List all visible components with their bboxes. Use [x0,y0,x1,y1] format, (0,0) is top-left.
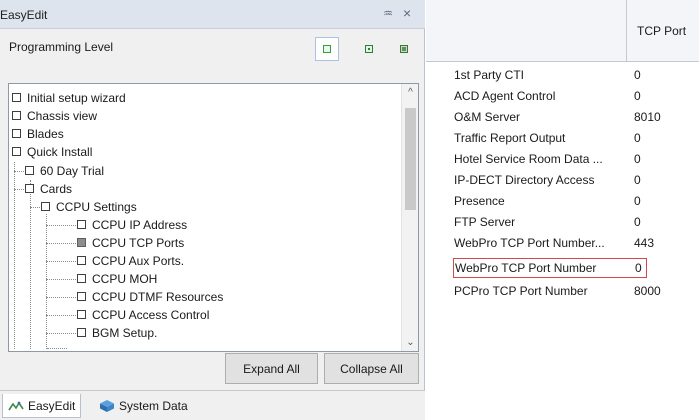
navigation-tree[interactable]: Initial setup wizard Chassis view Blades… [8,83,419,352]
tree-connector [46,315,76,316]
tab-system-data[interactable]: System Data [94,394,193,418]
basic-level-icon [323,45,331,54]
tree-item-60-day-trial[interactable]: 60 Day Trial [25,162,104,180]
tree-item-chassis-view[interactable]: Chassis view [12,107,97,125]
grid-header: TCP Port [426,0,699,62]
panel-title: EasyEdit [0,8,48,22]
intermediate-level-icon [365,45,373,54]
tree-item-bgm-setup[interactable]: BGM Setup. [77,324,157,342]
table-row[interactable]: O&M Server 8010 [451,107,699,127]
basic-level-button[interactable] [315,37,339,61]
tree-item-ccpu-tcp-ports[interactable]: CCPU TCP Ports [77,234,184,252]
programming-level-label: Programming Level [9,40,114,54]
table-row[interactable]: Presence 0 [451,191,699,211]
table-row[interactable]: IP-DECT Directory Access 0 [451,170,699,190]
tree-item-ccpu-aux-ports[interactable]: CCPU Aux Ports. [77,252,184,270]
scroll-down-icon[interactable]: ⌄ [402,334,418,351]
expand-box-icon[interactable] [12,128,21,138]
advanced-level-icon [400,45,408,54]
leaf-box-icon [77,273,86,283]
tree-connector [46,297,76,298]
expand-box-icon[interactable] [12,110,21,120]
tree-item-ccpu-ip-address[interactable]: CCPU IP Address [77,216,187,234]
tree-connector [14,171,24,172]
intermediate-level-button[interactable] [357,37,381,61]
tree-scrollbar[interactable]: ^ ⌄ [401,84,418,351]
table-row-highlighted[interactable]: WebPro TCP Port Number 0 [453,258,647,278]
tree-connector [46,279,76,280]
tree-connector [30,192,31,349]
tree-item-ccpu-moh[interactable]: CCPU MOH [77,270,157,288]
expand-box-icon[interactable] [12,92,21,102]
pin-icon[interactable]: ♒ [383,7,393,20]
table-row[interactable]: FTP Server 0 [451,212,699,232]
scroll-up-icon[interactable]: ^ [402,84,418,101]
leaf-box-icon [77,255,86,265]
tree-connector [46,333,76,334]
tree-connector [46,214,47,349]
properties-grid: TCP Port 1st Party CTI 0 ACD Agent Contro… [426,0,699,420]
table-row[interactable]: 1st Party CTI 0 [451,65,699,85]
leaf-box-icon [77,327,86,337]
tree-connector [14,189,24,190]
collapse-box-icon[interactable] [12,146,21,156]
collapse-box-icon[interactable] [41,201,50,211]
close-icon[interactable]: × [403,5,411,21]
table-row[interactable]: WebPro TCP Port Number... 443 [451,233,699,253]
tree-item-initial-setup-wizard[interactable]: Initial setup wizard [12,89,126,107]
tree-item-quick-install[interactable]: Quick Install [12,143,92,161]
panel-title-bar: EasyEdit ♒ × [0,0,425,29]
leaf-box-icon [77,291,86,301]
easyedit-panel: EasyEdit ♒ × Programming Level Initial s… [0,0,425,420]
advanced-level-button[interactable] [392,37,416,61]
system-data-icon [100,400,114,412]
table-row[interactable]: PCPro TCP Port Number 8000 [451,281,699,301]
expand-all-button[interactable]: Expand All [225,353,318,384]
tree-item-ccpu-settings[interactable]: CCPU Settings [41,198,137,216]
table-row[interactable]: ACD Agent Control 0 [451,86,699,106]
leaf-box-icon [77,309,86,319]
tab-easyedit[interactable]: EasyEdit [2,394,82,418]
tree-item-cards[interactable]: Cards [25,180,72,198]
tree-item-partial [47,348,67,351]
collapse-box-icon[interactable] [25,183,34,193]
tree-connector [46,225,76,226]
table-row[interactable]: Hotel Service Room Data ... 0 [451,149,699,169]
leaf-box-icon [77,219,86,229]
column-separator[interactable] [626,0,627,62]
expand-box-icon[interactable] [25,165,34,175]
selected-leaf-box-icon [77,237,86,247]
tree-connector [46,261,76,262]
scroll-thumb[interactable] [405,108,416,210]
panel-tab-strip: EasyEdit System Data [0,390,425,420]
tree-item-ccpu-dtmf-resources[interactable]: CCPU DTMF Resources [77,288,223,306]
collapse-all-button[interactable]: Collapse All [324,353,419,384]
easyedit-icon [8,401,24,410]
tree-connector [14,162,15,349]
tree-item-blades[interactable]: Blades [12,125,64,143]
tree-item-ccpu-access-control[interactable]: CCPU Access Control [77,306,209,324]
table-row[interactable]: Traffic Report Output 0 [451,128,699,148]
tree-connector [46,243,76,244]
tree-connector [30,207,40,208]
column-header-tcp-port[interactable]: TCP Port [637,24,686,38]
